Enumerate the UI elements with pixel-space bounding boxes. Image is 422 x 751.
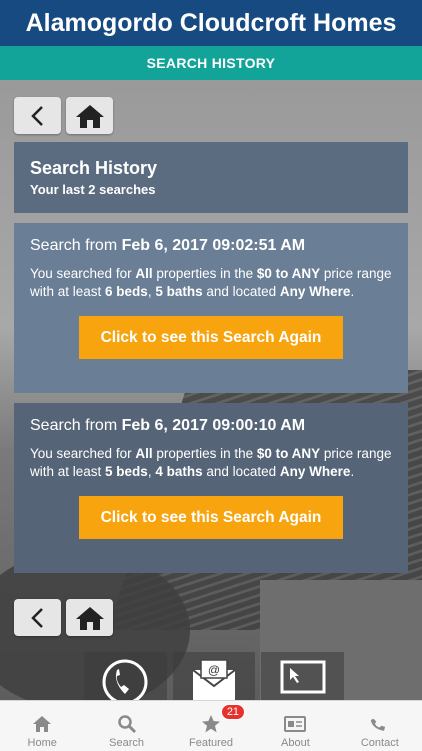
search-date: Search from Feb 6, 2017 09:00:10 AM	[30, 417, 306, 434]
page-title: SEARCH HISTORY	[0, 46, 422, 80]
tab-featured[interactable]: 21 Featured	[169, 701, 253, 751]
home-icon	[33, 716, 52, 732]
notification-badge: 21	[220, 704, 246, 720]
top-nav	[14, 97, 113, 134]
app-title: Alamogordo Cloudcroft Homes	[0, 0, 422, 46]
history-header: Search History Your last 2 searches	[14, 142, 408, 213]
search-card: Search from Feb 6, 2017 09:02:51 AM You …	[14, 223, 408, 393]
tab-about[interactable]: About	[253, 701, 337, 751]
call-button[interactable]	[84, 652, 167, 700]
search-card: Search from Feb 6, 2017 09:00:10 AM You …	[14, 403, 408, 573]
tab-label: Search	[109, 737, 145, 749]
envelope-icon: @	[192, 659, 236, 700]
repeat-search-button[interactable]: Click to see this Search Again	[79, 496, 343, 539]
search-description: You searched for All properties in the $…	[30, 266, 392, 299]
back-button[interactable]	[14, 599, 61, 636]
id-card-icon	[284, 716, 307, 732]
history-subtitle: Your last 2 searches	[30, 182, 156, 197]
phone-icon	[102, 659, 148, 700]
tab-home[interactable]: Home	[0, 701, 84, 751]
tab-label: Contact	[360, 737, 399, 749]
tab-bar: Home Search 21 Featured About Contact	[0, 700, 422, 751]
home-button[interactable]	[66, 599, 113, 636]
home-icon	[75, 104, 104, 128]
website-button[interactable]	[261, 652, 345, 700]
bottom-nav	[14, 599, 113, 636]
repeat-search-button[interactable]: Click to see this Search Again	[79, 316, 343, 359]
monitor-icon	[280, 660, 326, 694]
tab-label: Featured	[189, 737, 234, 749]
contact-actions: @	[84, 652, 345, 700]
star-icon	[202, 715, 221, 733]
search-description: You searched for All properties in the $…	[30, 446, 392, 479]
home-button[interactable]	[66, 97, 113, 134]
phone-icon	[370, 718, 385, 731]
back-button[interactable]	[14, 97, 61, 134]
svg-text:@: @	[208, 663, 220, 677]
search-icon	[117, 715, 136, 734]
email-button[interactable]: @	[172, 652, 256, 700]
tab-label: Home	[27, 737, 57, 749]
back-icon	[30, 105, 43, 126]
tab-contact[interactable]: Contact	[338, 701, 422, 751]
tab-label: About	[281, 737, 310, 749]
search-date: Search from Feb 6, 2017 09:02:51 AM	[30, 237, 306, 254]
tab-search[interactable]: Search	[84, 701, 168, 751]
back-icon	[30, 607, 43, 628]
history-title: Search History	[30, 158, 158, 178]
home-icon	[75, 606, 104, 630]
